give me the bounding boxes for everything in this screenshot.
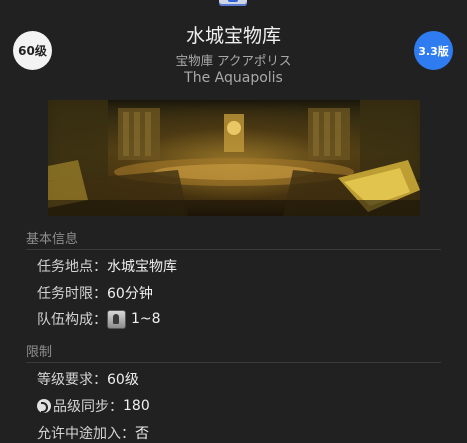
time-limit-value: 60分钟 [107,286,153,302]
join-in-progress-row: 允许中途加入： 否 [37,423,149,443]
duty-type-icon [219,0,247,6]
location-label: 任务地点： [37,259,107,275]
level-requirement-label: 等级要求： [37,372,107,388]
duty-subtitle-english: The Aquapolis [184,70,283,86]
time-limit-row: 任务时限： 60分钟 [37,283,153,303]
level-requirement-row: 等级要求： 60级 [37,369,139,389]
duty-subtitle-japanese: 宝物庫 アクアポリス [175,53,292,68]
join-in-progress-label: 允许中途加入： [37,426,135,442]
location-row: 任务地点： 水城宝物库 [37,256,177,276]
item-level-sync-value: 180 [123,398,150,414]
join-in-progress-value: 否 [135,426,149,442]
item-level-sync-icon [37,399,51,413]
party-row: 队伍构成： 1~8 [37,309,161,329]
party-label: 队伍构成： [37,312,107,328]
party-member-icon [107,309,126,329]
restrictions-heading: 限制 [26,341,441,363]
duty-banner-image [48,100,420,216]
duty-title: 水城宝物库 [185,25,281,47]
party-value: 1~8 [131,311,161,327]
basic-info-heading: 基本信息 [26,228,441,250]
item-level-sync-label: 品级同步： [53,399,123,415]
level-requirement-value: 60级 [107,372,139,388]
item-level-sync-row: 品级同步： 180 [37,396,150,416]
time-limit-label: 任务时限： [37,286,107,302]
location-value: 水城宝物库 [107,259,177,275]
